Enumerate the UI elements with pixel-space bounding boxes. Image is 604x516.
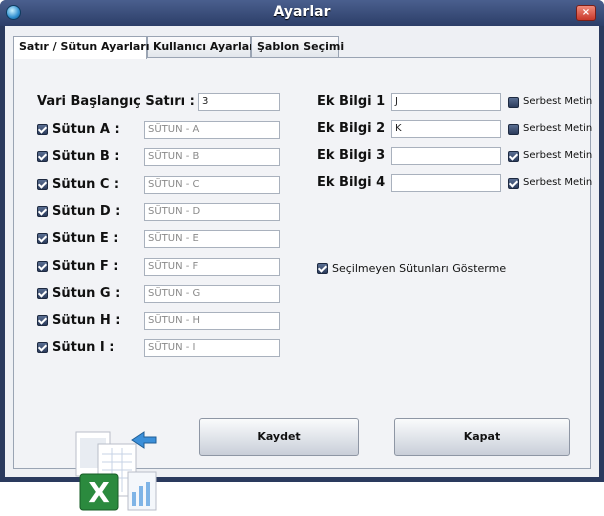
free-text-checkbox[interactable] [508, 151, 519, 162]
extra-info-input[interactable] [391, 147, 501, 165]
column-label: Sütun H : [52, 313, 121, 329]
column-label: Sütun A : [52, 122, 120, 137]
column-checkbox[interactable] [37, 315, 48, 327]
column-checkbox[interactable] [37, 205, 48, 217]
tab-panel: Vari Başlangıç Satırı : 3 Seçilmeyen Süt… [13, 57, 593, 511]
extra-info-label: Ek Bilgi 2 : [317, 121, 395, 136]
column-label: Sütun E : [52, 231, 119, 247]
column-checkbox[interactable] [37, 287, 48, 299]
column-name-input[interactable]: SÜTUN - B [144, 148, 280, 167]
extra-info-label: Ek Bilgi 4 : [317, 175, 395, 190]
extra-info-input[interactable]: J [391, 93, 501, 111]
column-name-input[interactable]: SÜTUN - C [144, 175, 280, 194]
column-checkbox[interactable] [37, 342, 48, 354]
save-button[interactable]: Kaydet [199, 418, 359, 456]
settings-window: Ayarlar × Satır / Sütun Ayarları Kullanı… [0, 0, 604, 511]
free-text-label: Serbest Metin [523, 96, 593, 107]
column-name-input[interactable]: SÜTUN - G [144, 284, 280, 303]
window-body: Satır / Sütun Ayarları Kullanıcı Ayarlar… [5, 26, 599, 511]
hide-unselected-checkbox[interactable] [317, 263, 328, 274]
free-text-checkbox[interactable] [508, 97, 519, 108]
tab-user-settings[interactable]: Kullanıcı Ayarları [147, 36, 258, 58]
free-text-checkbox[interactable] [508, 124, 519, 135]
excel-file-icon: X [75, 431, 157, 511]
tab-template-selection[interactable]: Şablon Seçimi [251, 36, 344, 58]
column-name-input[interactable]: SÜTUN - I [144, 339, 280, 358]
column-checkbox[interactable] [37, 124, 48, 135]
column-name-input[interactable]: SÜTUN - E [144, 230, 280, 249]
column-label: Sütun F : [52, 258, 119, 274]
column-checkbox[interactable] [37, 151, 48, 163]
column-label: Sütun I : [52, 340, 115, 356]
column-checkbox[interactable] [37, 233, 48, 245]
tab-row-column-settings[interactable]: Satır / Sütun Ayarları [13, 36, 150, 59]
column-name-input[interactable]: SÜTUN - F [144, 257, 280, 276]
close-icon[interactable]: × [576, 5, 596, 21]
extra-info-input[interactable] [391, 174, 501, 192]
column-name-input[interactable]: SÜTUN - A [144, 121, 280, 139]
column-label: Sütun D : [52, 203, 121, 219]
free-text-checkbox[interactable] [508, 178, 519, 189]
column-name-input[interactable]: SÜTUN - H [144, 312, 280, 331]
free-text-label: Serbest Metin [523, 150, 593, 161]
free-text-label: Serbest Metin [523, 177, 593, 188]
hide-unselected-label: Seçilmeyen Sütunları Gösterme [332, 262, 507, 275]
column-name-input[interactable]: SÜTUN - D [144, 202, 280, 221]
extra-info-label: Ek Bilgi 1 : [317, 94, 395, 109]
column-checkbox[interactable] [37, 260, 48, 272]
free-text-label: Serbest Metin [523, 123, 593, 134]
extra-info-label: Ek Bilgi 3 : [317, 148, 395, 163]
start-row-input[interactable]: 3 [198, 93, 280, 111]
start-row-label: Vari Başlangıç Satırı : [37, 94, 195, 109]
column-label: Sütun B : [52, 149, 120, 165]
column-label: Sütun G : [52, 285, 121, 301]
extra-info-input[interactable]: K [391, 120, 501, 138]
svg-text:X: X [88, 476, 110, 509]
column-checkbox[interactable] [37, 178, 48, 190]
window-title: Ayarlar [273, 4, 331, 20]
column-label: Sütun C : [52, 176, 120, 192]
title-bar[interactable]: Ayarlar × [0, 0, 604, 26]
close-button[interactable]: Kapat [394, 418, 570, 456]
